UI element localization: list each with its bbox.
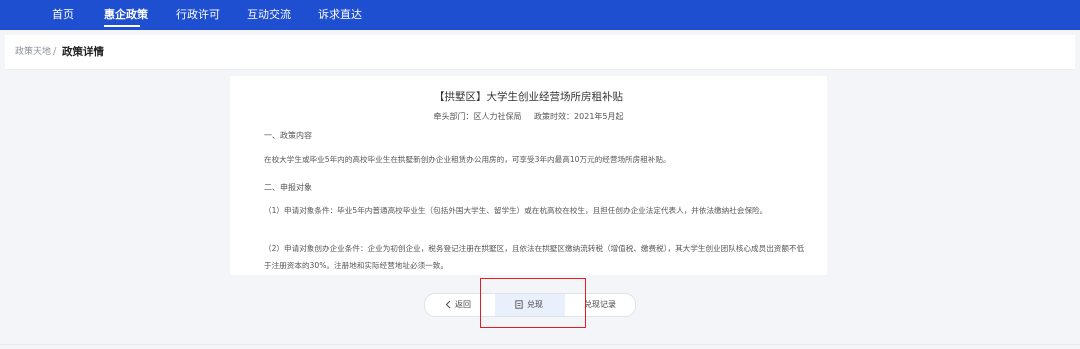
nav-item-licensing[interactable]: 行政许可 xyxy=(176,0,220,30)
lead-department: 牵头部门：区人力社保局 xyxy=(433,112,522,121)
policy-detail-card: 【拱墅区】大学生创业经营场所房租补贴 牵头部门：区人力社保局 政策时效：2021… xyxy=(230,76,827,275)
policy-validity: 政策时效：2021年5月起 xyxy=(534,112,624,121)
nav-item-interaction[interactable]: 互动交流 xyxy=(247,0,291,30)
divider xyxy=(0,344,1080,345)
redeem-record-button[interactable]: 兑现记录 xyxy=(584,294,616,316)
back-button-label: 返回 xyxy=(455,300,471,309)
section-heading-content: 一、政策内容 xyxy=(264,131,312,140)
policy-title: 【拱墅区】大学生创业经营场所房租补贴 xyxy=(434,91,623,103)
nav-item-home[interactable]: 首页 xyxy=(52,0,74,30)
breadcrumb-separator: / xyxy=(53,46,57,57)
top-navigation-bar: 首页 惠企政策 行政许可 互动交流 诉求直达 xyxy=(0,0,1080,30)
applicant-condition-2: （2）申请对象创办企业条件：企业为初创企业，税务登记注册在拱墅区，且依法在拱墅区… xyxy=(264,244,805,270)
breadcrumb: 政策天地 / 政策详情 xyxy=(5,35,1075,70)
applicant-condition-1: （1）申请对象条件：毕业5年内普通高校毕业生（包括外国大学生、留学生）或在杭高校… xyxy=(264,206,768,215)
back-button[interactable]: 返回 xyxy=(445,294,471,316)
breadcrumb-policy-world[interactable]: 政策天地 xyxy=(15,35,51,69)
section-content-text: 在校大学生或毕业5年内的高校毕业生在拱墅新创办企业租赁办公用房的，可享受3年内最… xyxy=(264,155,671,164)
breadcrumb-current-page: 政策详情 xyxy=(62,46,104,58)
section-heading-applicants: 二、申报对象 xyxy=(264,183,312,192)
highlight-box xyxy=(480,278,586,328)
policy-meta: 牵头部门：区人力社保局 政策时效：2021年5月起 xyxy=(230,111,827,122)
chevron-left-icon xyxy=(445,294,451,316)
active-nav-indicator xyxy=(104,25,140,27)
nav-item-appeals[interactable]: 诉求直达 xyxy=(318,0,362,30)
